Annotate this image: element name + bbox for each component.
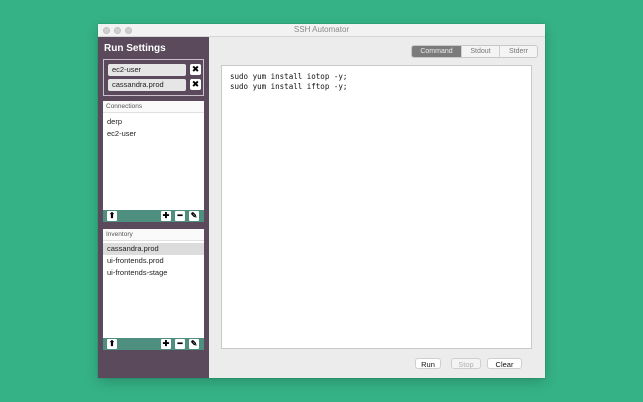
move-up-icon[interactable]: ⬆ [107, 211, 117, 221]
edit-inventory-icon[interactable]: ✎ [189, 339, 199, 349]
stop-button[interactable]: Stop [451, 358, 481, 369]
tab-command[interactable]: Command [412, 46, 461, 57]
selected-targets: ec2-user ✖ cassandra.prod ✖ [103, 59, 204, 96]
remove-target-icon[interactable]: ✖ [190, 79, 201, 90]
tab-stdout[interactable]: Stdout [461, 46, 499, 57]
sidebar: Run Settings ec2-user ✖ cassandra.prod ✖… [98, 37, 209, 378]
tab-stderr[interactable]: Stderr [499, 46, 537, 57]
command-line: sudo yum install iotop -y; [230, 72, 348, 81]
edit-connection-icon[interactable]: ✎ [189, 211, 199, 221]
inventory-item[interactable]: ui-frontends-stage [103, 267, 204, 279]
connection-item[interactable]: derp [103, 116, 204, 128]
inventory-header: Inventory [103, 229, 204, 241]
connections-header: Connections [103, 101, 204, 113]
connection-item[interactable]: ec2-user [103, 128, 204, 140]
clear-button[interactable]: Clear [487, 358, 522, 369]
run-settings-title: Run Settings [104, 43, 166, 54]
command-line: sudo yum install iftop -y; [230, 82, 348, 91]
inventory-item[interactable]: ui-frontends.prod [103, 255, 204, 267]
main-pane: Command Stdout Stderr sudo yum install i… [209, 37, 545, 378]
remove-target-icon[interactable]: ✖ [190, 64, 201, 75]
remove-connection-icon[interactable]: ━ [175, 211, 185, 221]
window-title: SSH Automator [293, 25, 350, 34]
move-up-icon[interactable]: ⬆ [107, 339, 117, 349]
add-inventory-icon[interactable]: ✚ [161, 339, 171, 349]
run-button[interactable]: Run [415, 358, 441, 369]
target-chip: cassandra.prod [108, 79, 186, 91]
connections-panel: Connections derp ec2-user ⬆ ✚ ━ ✎ [103, 101, 204, 222]
add-connection-icon[interactable]: ✚ [161, 211, 171, 221]
remove-inventory-icon[interactable]: ━ [175, 339, 185, 349]
title-bar: SSH Automator [98, 24, 545, 37]
inventory-item[interactable]: cassandra.prod [103, 243, 204, 255]
inventory-panel: Inventory cassandra.prod ui-frontends.pr… [103, 229, 204, 350]
command-editor[interactable]: sudo yum install iotop -y; sudo yum inst… [221, 65, 532, 349]
target-chip: ec2-user [108, 64, 186, 76]
inventory-toolbar: ⬆ ✚ ━ ✎ [103, 338, 204, 350]
output-tabs: Command Stdout Stderr [411, 45, 538, 58]
connections-toolbar: ⬆ ✚ ━ ✎ [103, 210, 204, 222]
app-window: SSH Automator Run Settings ec2-user ✖ ca… [98, 24, 545, 378]
